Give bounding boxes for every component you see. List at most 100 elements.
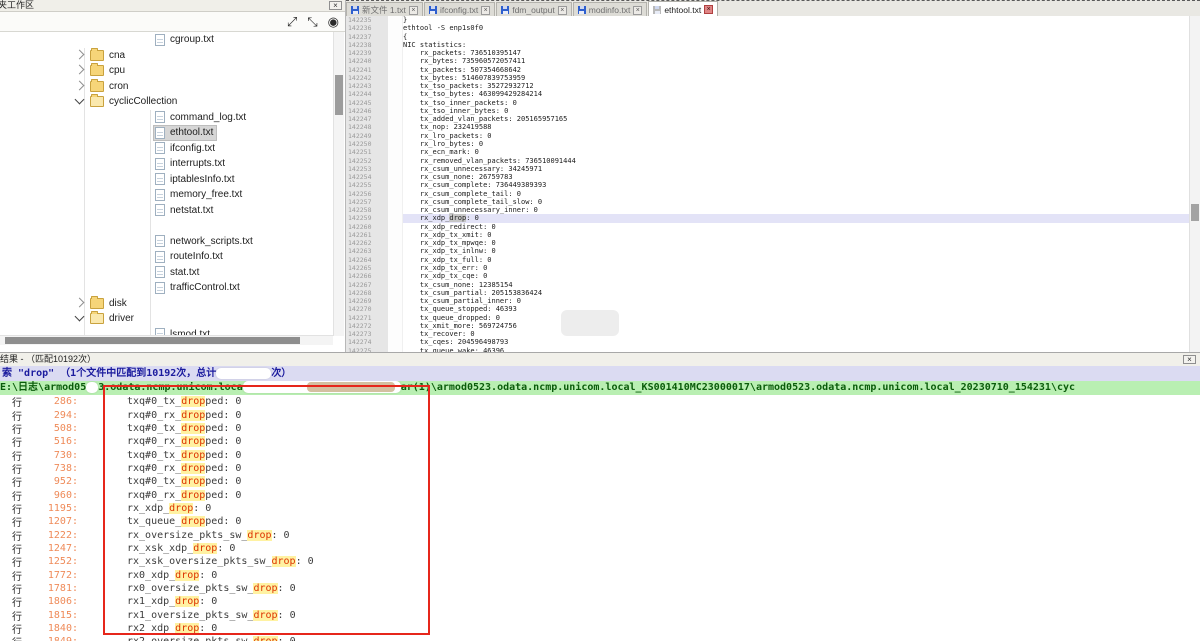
tree-item-iptablesinfo-txt[interactable]: iptablesInfo.txt — [0, 172, 333, 188]
editor-line[interactable]: 142264 rx_xdp_tx_full: 0 — [346, 256, 1190, 264]
tab-fdm-output[interactable]: fdm_output× — [496, 2, 572, 17]
expand-all-icon[interactable]: ⤢ — [287, 15, 297, 29]
editor-line[interactable]: 142239 rx_packets: 736510395147 — [346, 49, 1190, 57]
editor-line[interactable]: 142255 rx_csum_complete: 736449389393 — [346, 181, 1190, 189]
editor-line[interactable]: 142263 rx_xdp_tx_inlnw: 0 — [346, 247, 1190, 255]
editor-line[interactable]: 142247 tx_added_vlan_packets: 2051659571… — [346, 115, 1190, 123]
tab-ifconfig-txt[interactable]: ifconfig.txt× — [424, 2, 495, 17]
editor-line[interactable]: 142250 rx_lro_bytes: 0 — [346, 140, 1190, 148]
editor-line[interactable]: 142248 tx_nop: 232419588 — [346, 123, 1190, 131]
result-row[interactable]: 行1207:tx_queue_dropped: 0 — [0, 515, 1200, 528]
tab-ethtool-txt[interactable]: ethtool.txt× — [648, 1, 718, 17]
result-file-path[interactable]: E:\日志\armod053.odata.ncmp.unicom.locaar(… — [0, 381, 1200, 395]
editor-line[interactable]: 142261 rx_xdp_tx_xmit: 0 — [346, 231, 1190, 239]
result-row[interactable]: 行738:rxq#0_rx_dropped: 0 — [0, 462, 1200, 475]
editor-line[interactable]: 142257 rx_csum_complete_tail_slow: 0 — [346, 198, 1190, 206]
tree-item-netstat-txt[interactable]: netstat.txt — [0, 203, 333, 219]
editor-line[interactable]: 142244 tx_tso_bytes: 463099429284214 — [346, 90, 1190, 98]
result-row[interactable]: 行1247:rx_xsk_xdp_drop: 0 — [0, 542, 1200, 555]
editor-line[interactable]: 142269 tx_csum_partial_inner: 0 — [346, 297, 1190, 305]
workspace-tree[interactable]: cgroup.txtcnacpucroncyclicCollectioncomm… — [0, 32, 333, 336]
tree-hscrollbar[interactable] — [0, 335, 333, 345]
result-row[interactable]: 行1772:rx0_xdp_drop: 0 — [0, 568, 1200, 581]
tab-close-icon[interactable]: × — [633, 6, 642, 15]
editor-line[interactable]: 142252 rx_removed_vlan_packets: 73651009… — [346, 157, 1190, 165]
editor-line[interactable]: 142249 rx_lro_packets: 0 — [346, 132, 1190, 140]
result-row[interactable]: 行1195:rx_xdp_drop: 0 — [0, 502, 1200, 515]
tree-item-cron[interactable]: cron — [0, 79, 333, 95]
editor-line[interactable]: 142265 rx_xdp_tx_err: 0 — [346, 264, 1190, 272]
result-row[interactable]: 行952:txq#0_tx_dropped: 0 — [0, 475, 1200, 488]
result-row[interactable]: 行1781:rx0_oversize_pkts_sw_drop: 0 — [0, 582, 1200, 595]
workspace-close-button[interactable]: × — [329, 1, 342, 10]
editor-line[interactable]: 142268 tx_csum_partial: 205153836424 — [346, 289, 1190, 297]
tree-item-driver[interactable]: driver — [0, 311, 333, 327]
search-summary-line[interactable]: 索 "drop" （1个文件中匹配到10192次，总计次） — [0, 366, 1200, 381]
editor-line[interactable]: 142262 rx_xdp_tx_mpwqe: 0 — [346, 239, 1190, 247]
tab-close-icon[interactable]: × — [558, 6, 567, 15]
editor-vscrollbar-thumb[interactable] — [1191, 204, 1199, 221]
editor-line[interactable]: 142243 tx_tso_packets: 35272932712 — [346, 82, 1190, 90]
editor-line[interactable]: 142254 rx_csum_none: 26759783 — [346, 173, 1190, 181]
editor-line[interactable]: 142260 rx_xdp_redirect: 0 — [346, 223, 1190, 231]
editor-line[interactable]: 142270 tx_queue_stopped: 46393 — [346, 305, 1190, 313]
editor-line[interactable]: 142236ethtool -S enp1s0f0 — [346, 24, 1190, 32]
editor-line[interactable]: 142251 rx_ecn_mark: 0 — [346, 148, 1190, 156]
chevron-down-icon[interactable] — [75, 95, 85, 105]
tree-item-trafficcontrol-txt[interactable]: trafficControl.txt — [0, 280, 333, 296]
tree-item-network-scripts-txt[interactable]: network_scripts.txt — [0, 234, 333, 250]
result-row[interactable]: 行1815:rx1_oversize_pkts_sw_drop: 0 — [0, 609, 1200, 622]
tree-item-ethtool-txt[interactable]: ethtool.txt — [0, 125, 333, 141]
tab-modinfo-txt[interactable]: modinfo.txt× — [573, 2, 648, 17]
result-row[interactable]: 行1849:rx2_oversize_pkts_sw_drop: 0 — [0, 635, 1200, 641]
tree-item-cycliccollection[interactable]: cyclicCollection — [0, 94, 333, 110]
chevron-right-icon[interactable] — [75, 65, 85, 75]
editor-line[interactable]: 142272 tx_xmit_more: 569724756 — [346, 322, 1190, 330]
result-row[interactable]: 行1222:rx_oversize_pkts_sw_drop: 0 — [0, 528, 1200, 541]
tab--1-txt[interactable]: 新文件 1.txt× — [346, 2, 423, 17]
tree-vscrollbar[interactable] — [333, 32, 344, 336]
tree-hscrollbar-thumb[interactable] — [5, 337, 300, 344]
editor-line[interactable]: 142271 tx_queue_dropped: 0 — [346, 314, 1190, 322]
tab-close-icon[interactable]: × — [481, 6, 490, 15]
tree-item-stat-txt[interactable]: stat.txt — [0, 265, 333, 281]
collapse-all-icon[interactable]: ⤡ — [307, 15, 317, 29]
result-row[interactable]: 行730:txq#0_tx_dropped: 0 — [0, 448, 1200, 461]
tree-item-routeinfo-txt[interactable]: routeInfo.txt — [0, 249, 333, 265]
editor-vscrollbar[interactable] — [1189, 16, 1200, 352]
tab-close-icon[interactable]: × — [409, 6, 418, 15]
locate-file-icon[interactable]: ◉ — [328, 15, 339, 29]
tree-item-memory-free-txt[interactable]: memory_free.txt — [0, 187, 333, 203]
editor-line[interactable]: 142266 rx_xdp_tx_cqe: 0 — [346, 272, 1190, 280]
editor-line[interactable]: 142253 rx_csum_unnecessary: 34245971 — [346, 165, 1190, 173]
tree-item-cgroup-txt[interactable]: cgroup.txt — [0, 32, 333, 48]
result-row[interactable]: 行1840:rx2_xdp_drop: 0 — [0, 622, 1200, 635]
results-close-button[interactable]: × — [1183, 355, 1196, 364]
editor-text-area[interactable]: 142235}142236ethtool -S enp1s0f0142237{1… — [346, 16, 1190, 352]
editor-line[interactable]: 142259 rx_xdp_drop: 0 — [346, 214, 1190, 222]
chevron-down-icon[interactable] — [75, 312, 85, 322]
editor-line[interactable]: 142240 rx_bytes: 735960572057411 — [346, 57, 1190, 65]
tree-item-cna[interactable]: cna — [0, 48, 333, 64]
result-row[interactable]: 行516:rxq#0_rx_dropped: 0 — [0, 435, 1200, 448]
tree-item-cpu[interactable]: cpu — [0, 63, 333, 79]
editor-line[interactable]: 142267 tx_csum_none: 12385154 — [346, 281, 1190, 289]
editor-line[interactable]: 142242 tx_bytes: 514607839753959 — [346, 74, 1190, 82]
tab-close-icon[interactable]: × — [704, 5, 713, 14]
result-row[interactable]: 行508:txq#0_tx_dropped: 0 — [0, 422, 1200, 435]
editor-line[interactable]: 142246 tx_tso_inner_bytes: 0 — [346, 107, 1190, 115]
editor-line[interactable]: 142235} — [346, 16, 1190, 24]
result-row[interactable]: 行286:txq#0_tx_dropped: 0 — [0, 395, 1200, 408]
result-row[interactable]: 行294:rxq#0_rx_dropped: 0 — [0, 408, 1200, 421]
result-row[interactable]: 行960:rxq#0_rx_dropped: 0 — [0, 488, 1200, 501]
editor-line[interactable]: 142238NIC statistics: — [346, 41, 1190, 49]
tree-item-command-log-txt[interactable]: command_log.txt — [0, 110, 333, 126]
tree-item-interrupts-txt[interactable]: interrupts.txt — [0, 156, 333, 172]
editor-line[interactable]: 142273 tx_recover: 0 — [346, 330, 1190, 338]
chevron-right-icon[interactable] — [75, 49, 85, 59]
editor-line[interactable]: 142256 rx_csum_complete_tail: 0 — [346, 190, 1190, 198]
result-row[interactable]: 行1252:rx_xsk_oversize_pkts_sw_drop: 0 — [0, 555, 1200, 568]
chevron-right-icon[interactable] — [75, 297, 85, 307]
tree-item-disk[interactable]: disk — [0, 296, 333, 312]
editor-line[interactable]: 142237{ — [346, 33, 1190, 41]
